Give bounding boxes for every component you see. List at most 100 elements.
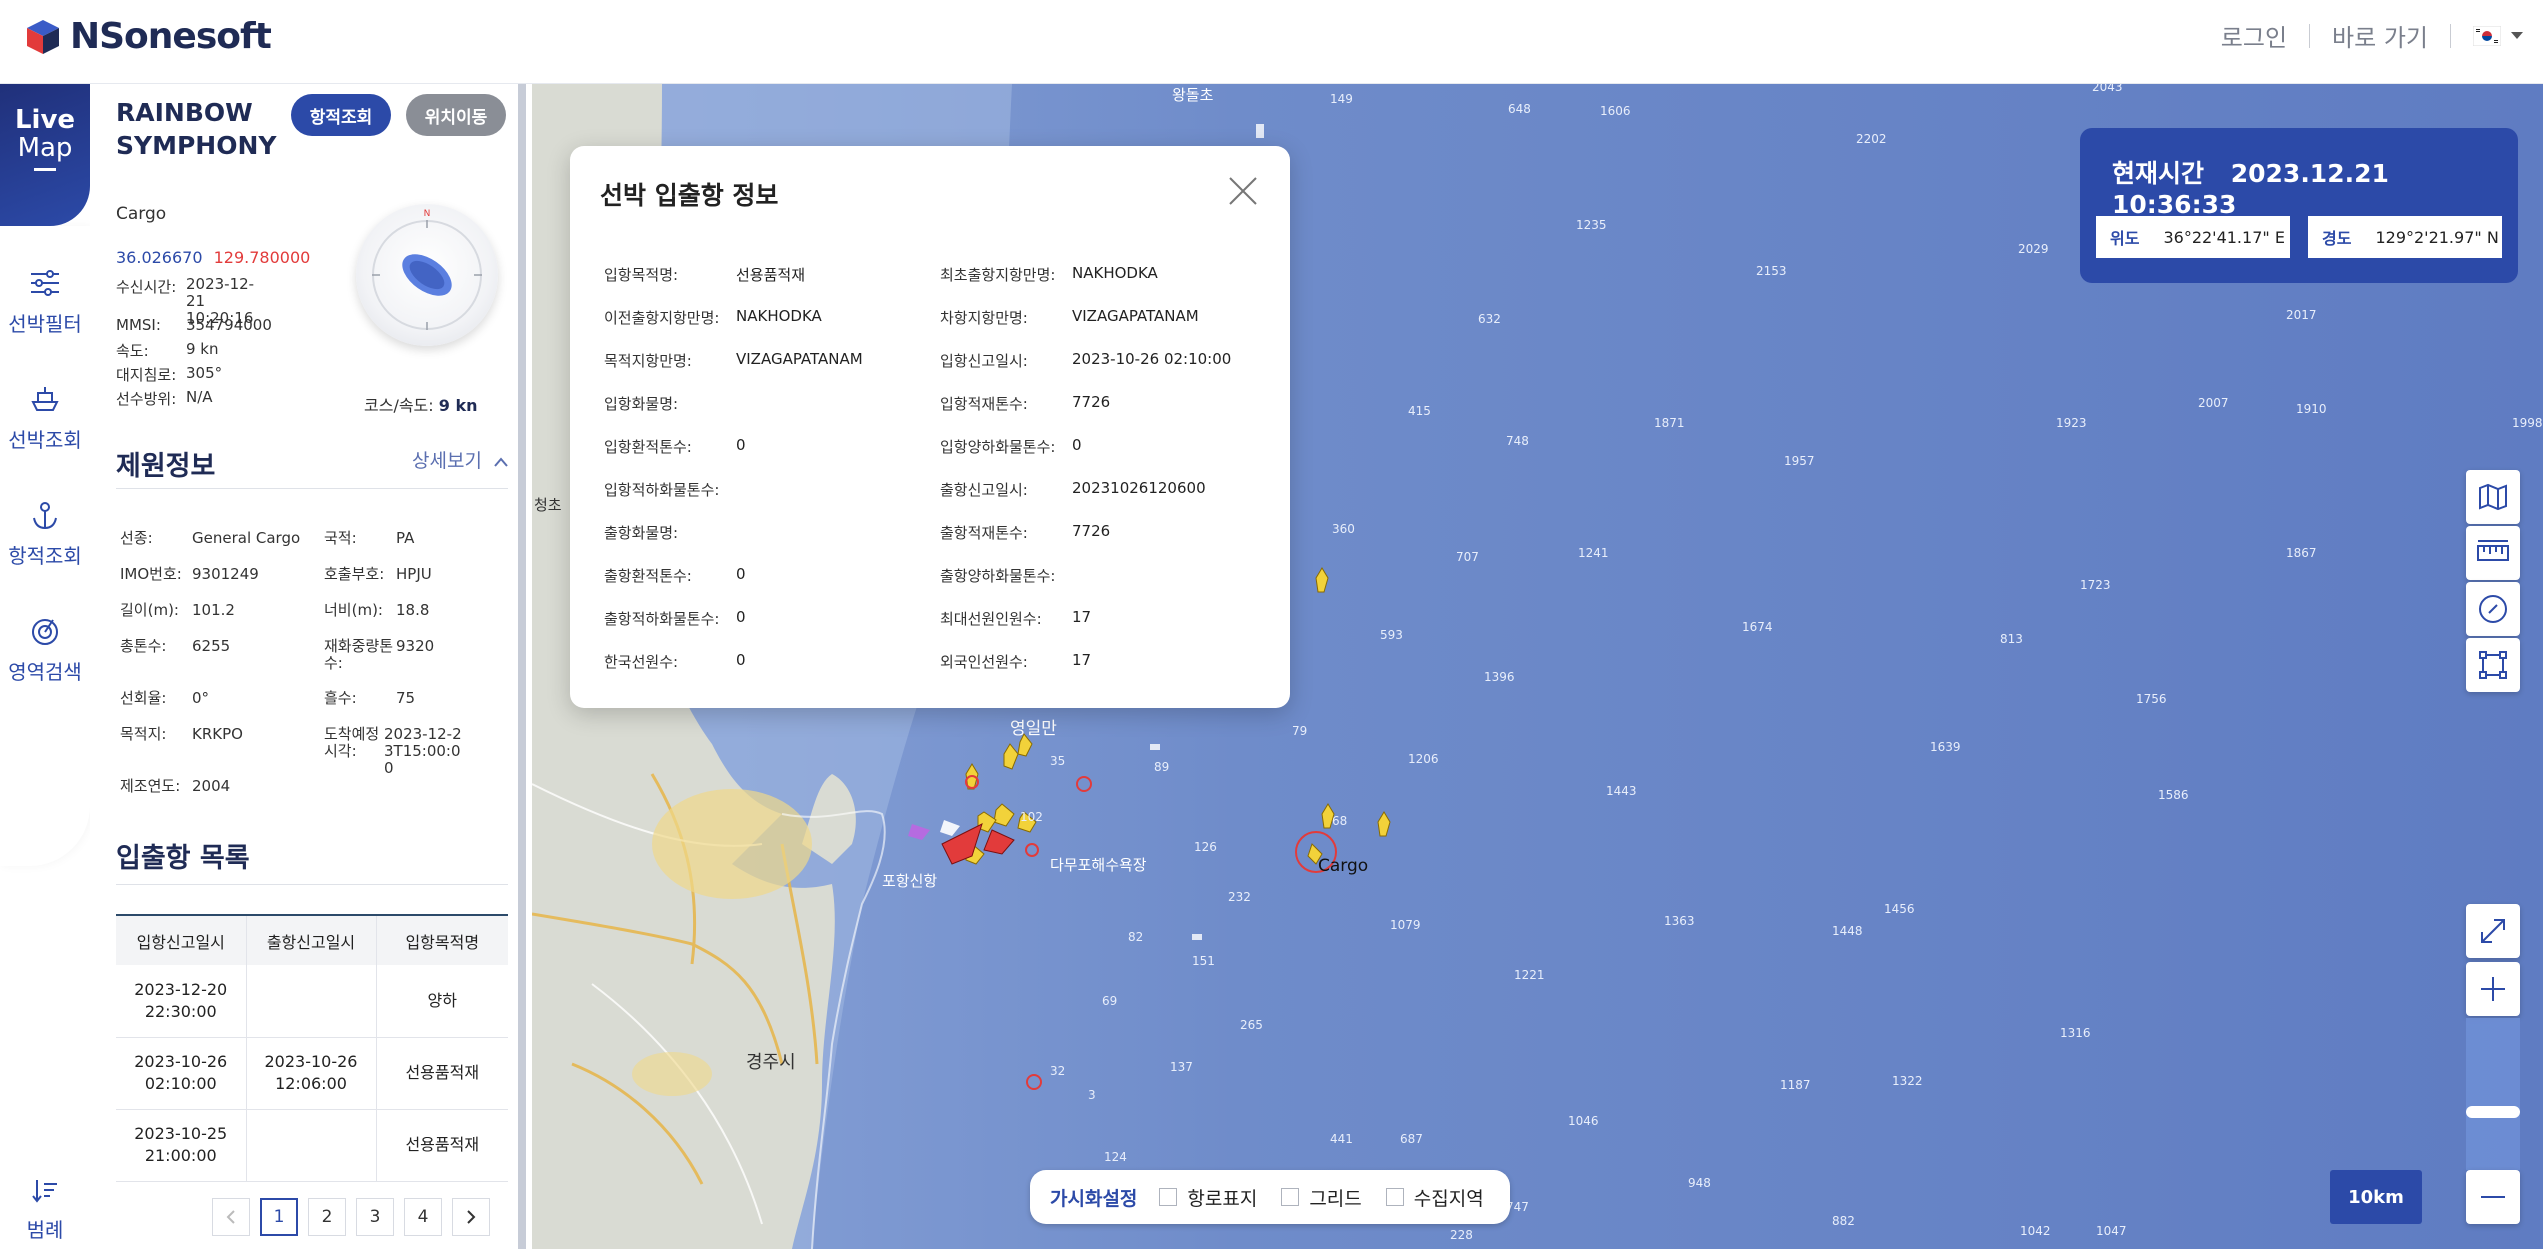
spec-item: IMO번호: 9301249 bbox=[120, 566, 259, 583]
modal-title: 선박 입출항 정보 bbox=[600, 181, 779, 210]
fullscreen-button[interactable] bbox=[2466, 904, 2520, 958]
header-actions: 로그인 바로 가기 bbox=[2221, 18, 2523, 53]
info-row: 속도: 9 kn bbox=[116, 340, 219, 361]
ruler-button[interactable] bbox=[2466, 526, 2520, 580]
depth-label: 32 bbox=[1050, 1064, 1066, 1078]
depth-label: 882 bbox=[1832, 1214, 1855, 1228]
nav-label: 항적조회 bbox=[8, 544, 82, 568]
grid-checkbox[interactable]: 그리드 bbox=[1281, 1184, 1362, 1211]
modal-field: 입항환적톤수: 0 bbox=[604, 436, 746, 457]
language-selector[interactable] bbox=[2473, 25, 2523, 46]
modal-field: 출항적재톤수: 7726 bbox=[940, 522, 1110, 543]
nav-track-search[interactable]: 항적조회 bbox=[0, 498, 90, 569]
depth-label: 137 bbox=[1170, 1060, 1193, 1074]
checkbox-box[interactable] bbox=[1385, 1188, 1404, 1206]
track-search-button[interactable]: 항적조회 bbox=[291, 94, 391, 136]
map-layer-button[interactable] bbox=[2466, 470, 2520, 524]
info-row: MMSI: 354794000 bbox=[116, 316, 272, 334]
spec-key: 길이(m): bbox=[120, 601, 179, 619]
page-button[interactable]: 2 bbox=[308, 1198, 346, 1236]
zoom-out-button[interactable] bbox=[2466, 1170, 2520, 1224]
close-button[interactable] bbox=[1226, 174, 1260, 208]
depth-label: 1756 bbox=[2136, 692, 2167, 706]
field-key: 출항환적톤수: bbox=[604, 567, 692, 585]
field-key: 출항양하화물톤수: bbox=[940, 567, 1056, 585]
zoom-slider-thumb[interactable] bbox=[2466, 1106, 2520, 1118]
selected-ship-label[interactable]: Cargo bbox=[1318, 856, 1368, 876]
route-marker-checkbox[interactable]: 항로표지 bbox=[1159, 1184, 1257, 1211]
expand-icon bbox=[2481, 919, 2505, 943]
depth-label: 1235 bbox=[1576, 218, 1607, 232]
course-value: 9 kn bbox=[438, 396, 478, 415]
depth-label: 35 bbox=[1050, 754, 1066, 768]
depth-label: 748 bbox=[1506, 434, 1529, 448]
latitude-value: 36.026670 bbox=[116, 248, 203, 267]
longitude-box: 경도 129°2'21.97" N bbox=[2308, 216, 2502, 258]
move-location-button[interactable]: 위치이동 bbox=[406, 94, 506, 136]
zoom-in-button[interactable] bbox=[2466, 962, 2520, 1016]
nav-area-search[interactable]: 영역검색 bbox=[0, 614, 90, 685]
modal-field: 출항신고일시: 20231026120600 bbox=[940, 479, 1206, 500]
table-cell: 2023-10-25 21:00:00 bbox=[116, 1109, 247, 1182]
radar-icon bbox=[32, 619, 58, 645]
live-map-badge[interactable]: Live Map bbox=[0, 84, 90, 226]
column-header[interactable]: 출항신고일시 bbox=[246, 914, 377, 965]
depth-label: 2202 bbox=[1856, 132, 1887, 146]
plus-icon bbox=[2481, 977, 2505, 1001]
latitude-box: 위도 36°22'41.17" E bbox=[2096, 216, 2290, 258]
page-button[interactable]: 3 bbox=[356, 1198, 394, 1236]
field-value: 선용품적재 bbox=[736, 266, 806, 284]
modal-field: 출항양하화물톤수: bbox=[940, 565, 1072, 586]
close-icon bbox=[1229, 177, 1257, 205]
login-link[interactable]: 로그인 bbox=[2221, 18, 2287, 53]
depth-label: 1363 bbox=[1664, 914, 1695, 928]
table-row[interactable]: 2023-10-26 02:10:00 2023-10-26 12:06:00 … bbox=[116, 1037, 508, 1110]
field-value: 7726 bbox=[1072, 393, 1111, 411]
caret-down-icon bbox=[2511, 31, 2523, 39]
collection-area-checkbox[interactable]: 수집지역 bbox=[1385, 1184, 1484, 1211]
table-row[interactable]: 2023-12-20 22:30:00 양하 bbox=[116, 965, 508, 1038]
column-header[interactable]: 입항신고일시 bbox=[116, 914, 247, 965]
table-header-row: 입항신고일시 출항신고일시 입항목적명 bbox=[116, 914, 508, 965]
header-divider bbox=[2450, 23, 2451, 48]
nav-ship-filter[interactable]: 선박필터 bbox=[0, 266, 90, 337]
shortcut-link[interactable]: 바로 가기 bbox=[2332, 18, 2428, 53]
spec-value: General Cargo bbox=[192, 529, 301, 547]
spec-key: 국적: bbox=[324, 529, 357, 547]
legend-button[interactable]: 범례 bbox=[0, 1136, 90, 1249]
depth-label: 232 bbox=[1228, 890, 1251, 904]
spec-value: 75 bbox=[396, 689, 416, 707]
page-button[interactable]: 4 bbox=[404, 1198, 442, 1236]
detail-toggle[interactable]: 상세보기 bbox=[412, 446, 508, 473]
table-row[interactable]: 2023-10-25 21:00:00 선용품적재 bbox=[116, 1109, 508, 1182]
field-key: 입항양하화물톤수: bbox=[940, 438, 1056, 456]
page-button[interactable]: 1 bbox=[260, 1198, 298, 1236]
korea-flag-icon bbox=[2473, 25, 2501, 46]
prev-page-button[interactable] bbox=[212, 1198, 250, 1236]
depth-label: 69 bbox=[1102, 994, 1118, 1008]
port-info-modal: 선박 입출항 정보 입항목적명: 선용품적재 이전출항지항만명: NAKHODKA … bbox=[570, 146, 1290, 708]
depth-label: 1221 bbox=[1514, 968, 1545, 982]
area-select-button[interactable] bbox=[2466, 638, 2520, 692]
table-cell: 2023-10-26 12:06:00 bbox=[246, 1037, 377, 1110]
zoom-slider-track[interactable] bbox=[2466, 1018, 2520, 1170]
spec-item: 재화중량톤수: 9320 bbox=[324, 638, 434, 672]
depth-label: 1396 bbox=[1484, 670, 1515, 684]
checkbox-box[interactable] bbox=[1159, 1188, 1178, 1206]
depth-label: 228 bbox=[1450, 1228, 1473, 1242]
depth-label: 102 bbox=[1020, 810, 1043, 824]
modal-field: 외국인선원수: 17 bbox=[940, 651, 1091, 672]
checkbox-box[interactable] bbox=[1281, 1188, 1300, 1206]
depth-label: 813 bbox=[2000, 632, 2023, 646]
time-label: 현재시간 bbox=[2112, 159, 2205, 188]
next-page-button[interactable] bbox=[452, 1198, 490, 1236]
field-value: NAKHODKA bbox=[736, 307, 822, 325]
nav-ship-search[interactable]: 선박조회 bbox=[0, 382, 90, 453]
logo[interactable]: NSonesoft bbox=[24, 16, 272, 57]
modal-field: 입항양하화물톤수: 0 bbox=[940, 436, 1082, 457]
area-select-icon bbox=[2479, 651, 2507, 679]
info-key: 선수방위: bbox=[116, 390, 177, 408]
column-header[interactable]: 입항목적명 bbox=[376, 914, 508, 965]
compass-button[interactable] bbox=[2466, 582, 2520, 636]
depth-label: 1923 bbox=[2056, 416, 2087, 430]
